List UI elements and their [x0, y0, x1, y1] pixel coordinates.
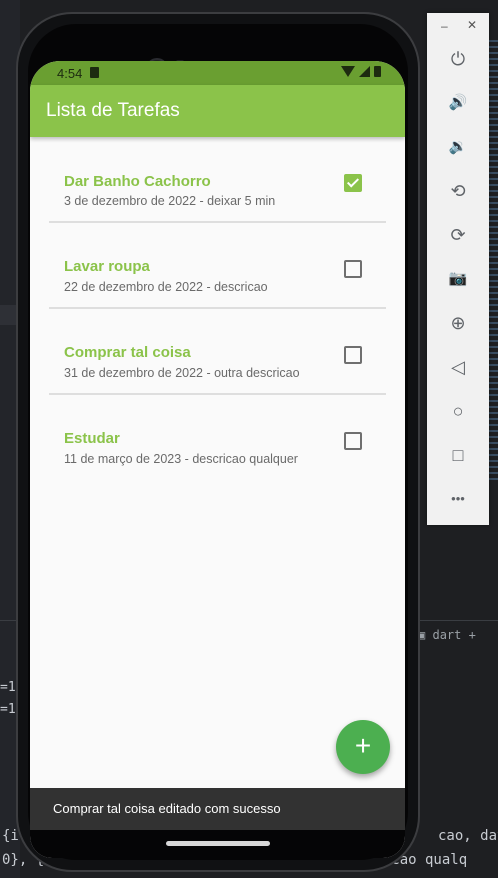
add-icon: +	[354, 730, 372, 761]
status-bar: 4:54	[30, 61, 405, 85]
list-item[interactable]: Dar Banho Cachorro 3 de dezembro de 2022…	[49, 137, 386, 223]
snackbar: Comprar tal coisa editado com sucesso	[30, 788, 405, 830]
app-bar: Lista de Tarefas	[30, 85, 405, 137]
task-subtitle: 3 de dezembro de 2022 - deixar 5 min	[64, 194, 276, 208]
wifi-icon	[341, 66, 355, 77]
page-title: Lista de Tarefas	[46, 100, 180, 121]
sd-card-icon	[90, 67, 99, 78]
home-gesture-pill[interactable]	[166, 841, 270, 846]
device-screen: 4:54 Lista de Tarefas Dar Banho Cachorro…	[30, 61, 405, 858]
rotate-left-icon[interactable]: ⟲	[445, 178, 471, 204]
back-icon[interactable]: ◁	[445, 354, 471, 380]
zoom-icon[interactable]: ⊕	[445, 310, 471, 336]
signal-icon	[359, 66, 370, 77]
list-item[interactable]: Lavar roupa 22 de dezembro de 2022 - des…	[49, 223, 386, 309]
ide-terminal-tab[interactable]: ▣ dart +	[418, 628, 476, 642]
ide-gutter-text: =1	[0, 702, 16, 717]
emulator-toolbar: – ✕ ⏻ 🔊 🔉 ⟲ ⟳ 📷 ⊕ ◁ ○ □ •••	[427, 13, 489, 525]
close-button[interactable]: ✕	[467, 18, 477, 32]
new-terminal-button[interactable]: +	[469, 628, 476, 642]
task-title: Dar Banho Cachorro	[64, 173, 211, 190]
task-subtitle: 11 de março de 2023 - descricao qualquer	[64, 452, 298, 466]
status-icons	[341, 66, 381, 77]
task-list: Dar Banho Cachorro 3 de dezembro de 2022…	[49, 137, 386, 479]
task-checkbox[interactable]	[344, 260, 362, 278]
power-icon[interactable]: ⏻	[445, 46, 471, 72]
ide-gutter-text: =1	[0, 680, 16, 695]
volume-up-icon[interactable]: 🔊	[445, 90, 471, 116]
overview-icon[interactable]: □	[445, 442, 471, 468]
ide-code-line: cao, data	[438, 828, 498, 844]
camera-icon[interactable]: 📷	[445, 266, 471, 292]
task-title: Comprar tal coisa	[64, 344, 191, 361]
emulator-window-controls: – ✕	[427, 15, 489, 39]
rotate-right-icon[interactable]: ⟳	[445, 222, 471, 248]
list-item[interactable]: Comprar tal coisa 31 de dezembro de 2022…	[49, 309, 386, 395]
terminal-label: dart	[432, 628, 462, 642]
task-subtitle: 22 de dezembro de 2022 - descricao	[64, 280, 268, 294]
task-title: Lavar roupa	[64, 258, 150, 275]
task-checkbox[interactable]	[344, 432, 362, 450]
task-subtitle: 31 de dezembro de 2022 - outra descricao	[64, 366, 300, 380]
ide-minimap[interactable]	[488, 40, 498, 480]
volume-down-icon[interactable]: 🔉	[445, 134, 471, 160]
task-checkbox[interactable]	[344, 346, 362, 364]
more-icon[interactable]: •••	[445, 486, 471, 512]
task-title: Estudar	[64, 430, 120, 447]
home-icon[interactable]: ○	[445, 398, 471, 424]
list-item[interactable]: Estudar 11 de março de 2023 - descricao …	[49, 395, 386, 479]
battery-icon	[374, 66, 381, 77]
minimize-button[interactable]: –	[441, 19, 448, 33]
add-task-button[interactable]: +	[336, 720, 390, 774]
status-time: 4:54	[57, 66, 83, 81]
snackbar-message: Comprar tal coisa editado com sucesso	[53, 801, 281, 816]
task-checkbox[interactable]	[344, 174, 362, 192]
gesture-nav-bar	[30, 830, 405, 858]
ide-code-line: {i	[2, 828, 19, 844]
